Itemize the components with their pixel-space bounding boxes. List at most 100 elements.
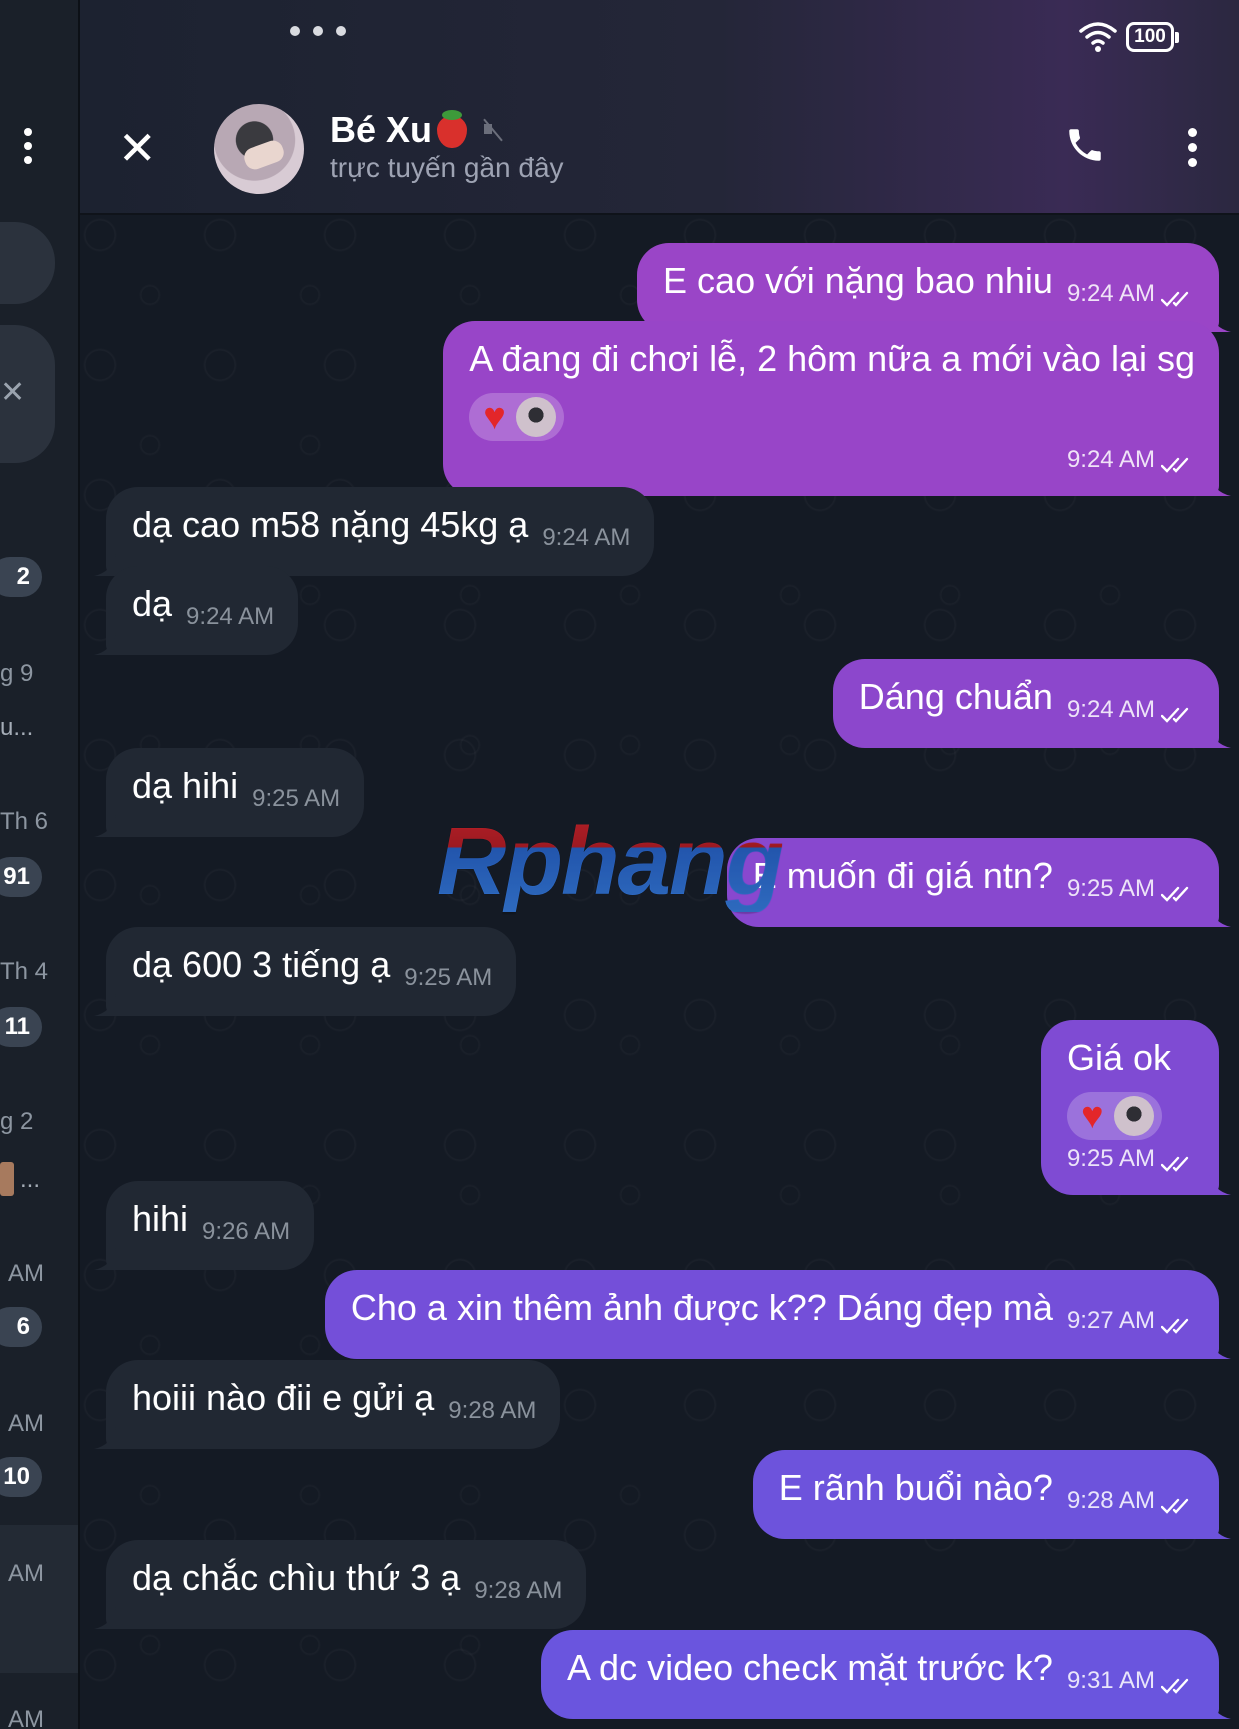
message-time-text: 9:24 AM <box>1066 446 1155 473</box>
bubble-tail <box>1209 1173 1231 1195</box>
message-time: 9:27 AM <box>1067 1307 1195 1334</box>
chat-list-date: AM <box>8 1410 44 1437</box>
double-check-icon <box>1161 1156 1189 1172</box>
reactor-avatar <box>515 397 556 437</box>
message-time: 9:25 AM <box>1067 875 1195 902</box>
message-time: 9:25 AM <box>404 964 492 991</box>
chat-list-selected-row[interactable] <box>0 1525 78 1673</box>
message-text: hihi <box>132 1198 189 1239</box>
chat-list-date: Th 6 <box>0 808 49 835</box>
mute-icon <box>482 118 504 140</box>
battery-icon: 100 <box>1126 22 1179 52</box>
bubble-tail <box>1209 310 1231 332</box>
chat-list-date: AM <box>8 1260 44 1287</box>
message-time: 9:25 AM <box>1067 1145 1195 1172</box>
unread-badge: 10 <box>0 1457 42 1497</box>
chat-list-preview: ... <box>20 1166 41 1193</box>
avatar[interactable] <box>214 104 304 194</box>
chat-list-date: AM <box>8 1706 44 1729</box>
double-check-icon <box>1161 1498 1189 1514</box>
message-text: E muốn đi giá ntn? <box>752 855 1053 896</box>
message-time-text: 9:27 AM <box>1066 1307 1155 1334</box>
message-time: 9:24 AM <box>186 603 274 630</box>
message-meta: 9:24 AM <box>469 427 1195 480</box>
contact-name-wrap[interactable]: Bé Xu <box>330 108 504 151</box>
bubble-tail <box>1209 726 1231 748</box>
incoming-message[interactable]: dạ cao m58 nặng 45kg ạ 9:24 AM <box>94 487 655 576</box>
outgoing-message[interactable]: A dc video check mặt trước k? 9:31 AM <box>541 1630 1231 1719</box>
unread-badge: 91 <box>0 857 42 897</box>
phone-icon[interactable] <box>1064 124 1106 166</box>
chat-list-date: g 2 <box>0 1108 34 1135</box>
message-time-text: 9:28 AM <box>474 1577 563 1604</box>
contact-status: trực tuyến gần đây <box>330 152 564 183</box>
message-time: 9:24 AM <box>1067 696 1195 723</box>
outgoing-message[interactable]: Dáng chuẩn 9:24 AM <box>832 659 1231 748</box>
incoming-message[interactable]: hoiii nào đii e gửi ạ 9:28 AM <box>94 1360 561 1449</box>
message-text: A dc video check mặt trước k? <box>567 1647 1053 1688</box>
message-time-text: 9:24 AM <box>1066 280 1155 307</box>
chat-list-pane: ✕ 2 g 9 u... Th 6 91 Th 4 11 g 2 ... AM … <box>0 0 80 1729</box>
message-time-text: 9:24 AM <box>542 524 631 551</box>
message-time: 9:31 AM <box>1067 1667 1195 1694</box>
heart-icon: ♥ <box>483 396 506 438</box>
message-time-text: 9:25 AM <box>1066 1145 1155 1172</box>
outgoing-message[interactable]: E rãnh buổi nào? 9:28 AM <box>752 1450 1231 1539</box>
double-check-icon <box>1161 1678 1189 1694</box>
message-text: Cho a xin thêm ảnh được k?? Dáng đẹp mà <box>350 1287 1053 1328</box>
double-check-icon <box>1161 1318 1189 1334</box>
bubble-tail <box>1209 905 1231 927</box>
message-text: E rãnh buổi nào? <box>778 1467 1053 1508</box>
message-time: 9:26 AM <box>202 1218 290 1245</box>
message-list[interactable]: E cao với nặng bao nhiu 9:24 AM A đang đi … <box>80 215 1239 1729</box>
message-time-text: 9:24 AM <box>1066 696 1155 723</box>
message-text: dạ chắc chìu thứ 3 ạ <box>132 1557 461 1598</box>
bubble-tail <box>94 633 116 655</box>
menu-icon[interactable] <box>1184 128 1200 173</box>
message-time-text: 9:28 AM <box>448 1397 537 1424</box>
outgoing-message[interactable]: A đang đi chơi lễ, 2 hôm nữa a mới vào l… <box>443 321 1231 496</box>
search-pill[interactable] <box>0 222 55 304</box>
chat-list-thumbnail <box>0 1162 14 1196</box>
message-time-text: 9:24 AM <box>186 603 275 630</box>
bubble-tail <box>1209 1337 1231 1359</box>
bubble-tail <box>94 554 116 576</box>
double-check-icon <box>1161 291 1189 307</box>
strawberry-icon <box>434 108 468 148</box>
message-time: 9:24 AM <box>1067 280 1195 307</box>
double-check-icon <box>1161 457 1189 473</box>
message-time: 9:24 AM <box>1067 446 1195 473</box>
incoming-message[interactable]: dạ 600 3 tiếng ạ 9:25 AM <box>94 927 517 1016</box>
bubble-tail <box>94 1248 116 1270</box>
outgoing-message[interactable]: E cao với nặng bao nhiu 9:24 AM <box>637 243 1231 332</box>
message-text: A đang đi chơi lễ, 2 hôm nữa a mới vào l… <box>469 338 1195 379</box>
chat-list-menu-icon[interactable] <box>20 128 36 170</box>
close-folder-icon[interactable]: ✕ <box>0 375 25 410</box>
message-text: dạ hihi <box>132 765 239 806</box>
message-text: dạ cao m58 nặng 45kg ạ <box>132 504 529 545</box>
message-text: dạ <box>132 583 173 624</box>
message-text: Dáng chuẩn <box>858 676 1053 717</box>
message-text: dạ 600 3 tiếng ạ <box>132 944 391 985</box>
incoming-message[interactable]: dạ 9:24 AM <box>94 566 299 655</box>
incoming-message[interactable]: dạ hihi 9:25 AM <box>94 748 365 837</box>
outgoing-message[interactable]: Giá ok ♥ 9:25 AM <box>1040 1020 1231 1195</box>
bubble-tail <box>94 994 116 1016</box>
outgoing-message[interactable]: Cho a xin thêm ảnh được k?? Dáng đẹp mà 9… <box>324 1270 1231 1359</box>
outgoing-message[interactable]: E muốn đi giá ntn? 9:25 AM <box>726 838 1231 927</box>
bubble-tail <box>94 1427 116 1449</box>
close-icon[interactable]: ✕ <box>118 125 157 171</box>
message-time: 9:28 AM <box>474 1577 562 1604</box>
status-bar-dots <box>290 23 359 41</box>
message-time-text: 9:26 AM <box>202 1218 291 1245</box>
message-text: hoiii nào đii e gửi ạ <box>132 1377 435 1418</box>
watermark-logo: Rphang <box>437 808 784 915</box>
chat-list-preview: u... <box>0 714 34 741</box>
incoming-message[interactable]: dạ chắc chìu thứ 3 ạ 9:28 AM <box>94 1540 587 1629</box>
bubble-tail <box>1209 1697 1231 1719</box>
message-text: E cao với nặng bao nhiu <box>663 260 1053 301</box>
message-time: 9:24 AM <box>542 524 630 551</box>
bubble-tail <box>94 1607 116 1629</box>
chat-list-date: Th 4 <box>0 958 49 985</box>
incoming-message[interactable]: hihi 9:26 AM <box>94 1181 315 1270</box>
